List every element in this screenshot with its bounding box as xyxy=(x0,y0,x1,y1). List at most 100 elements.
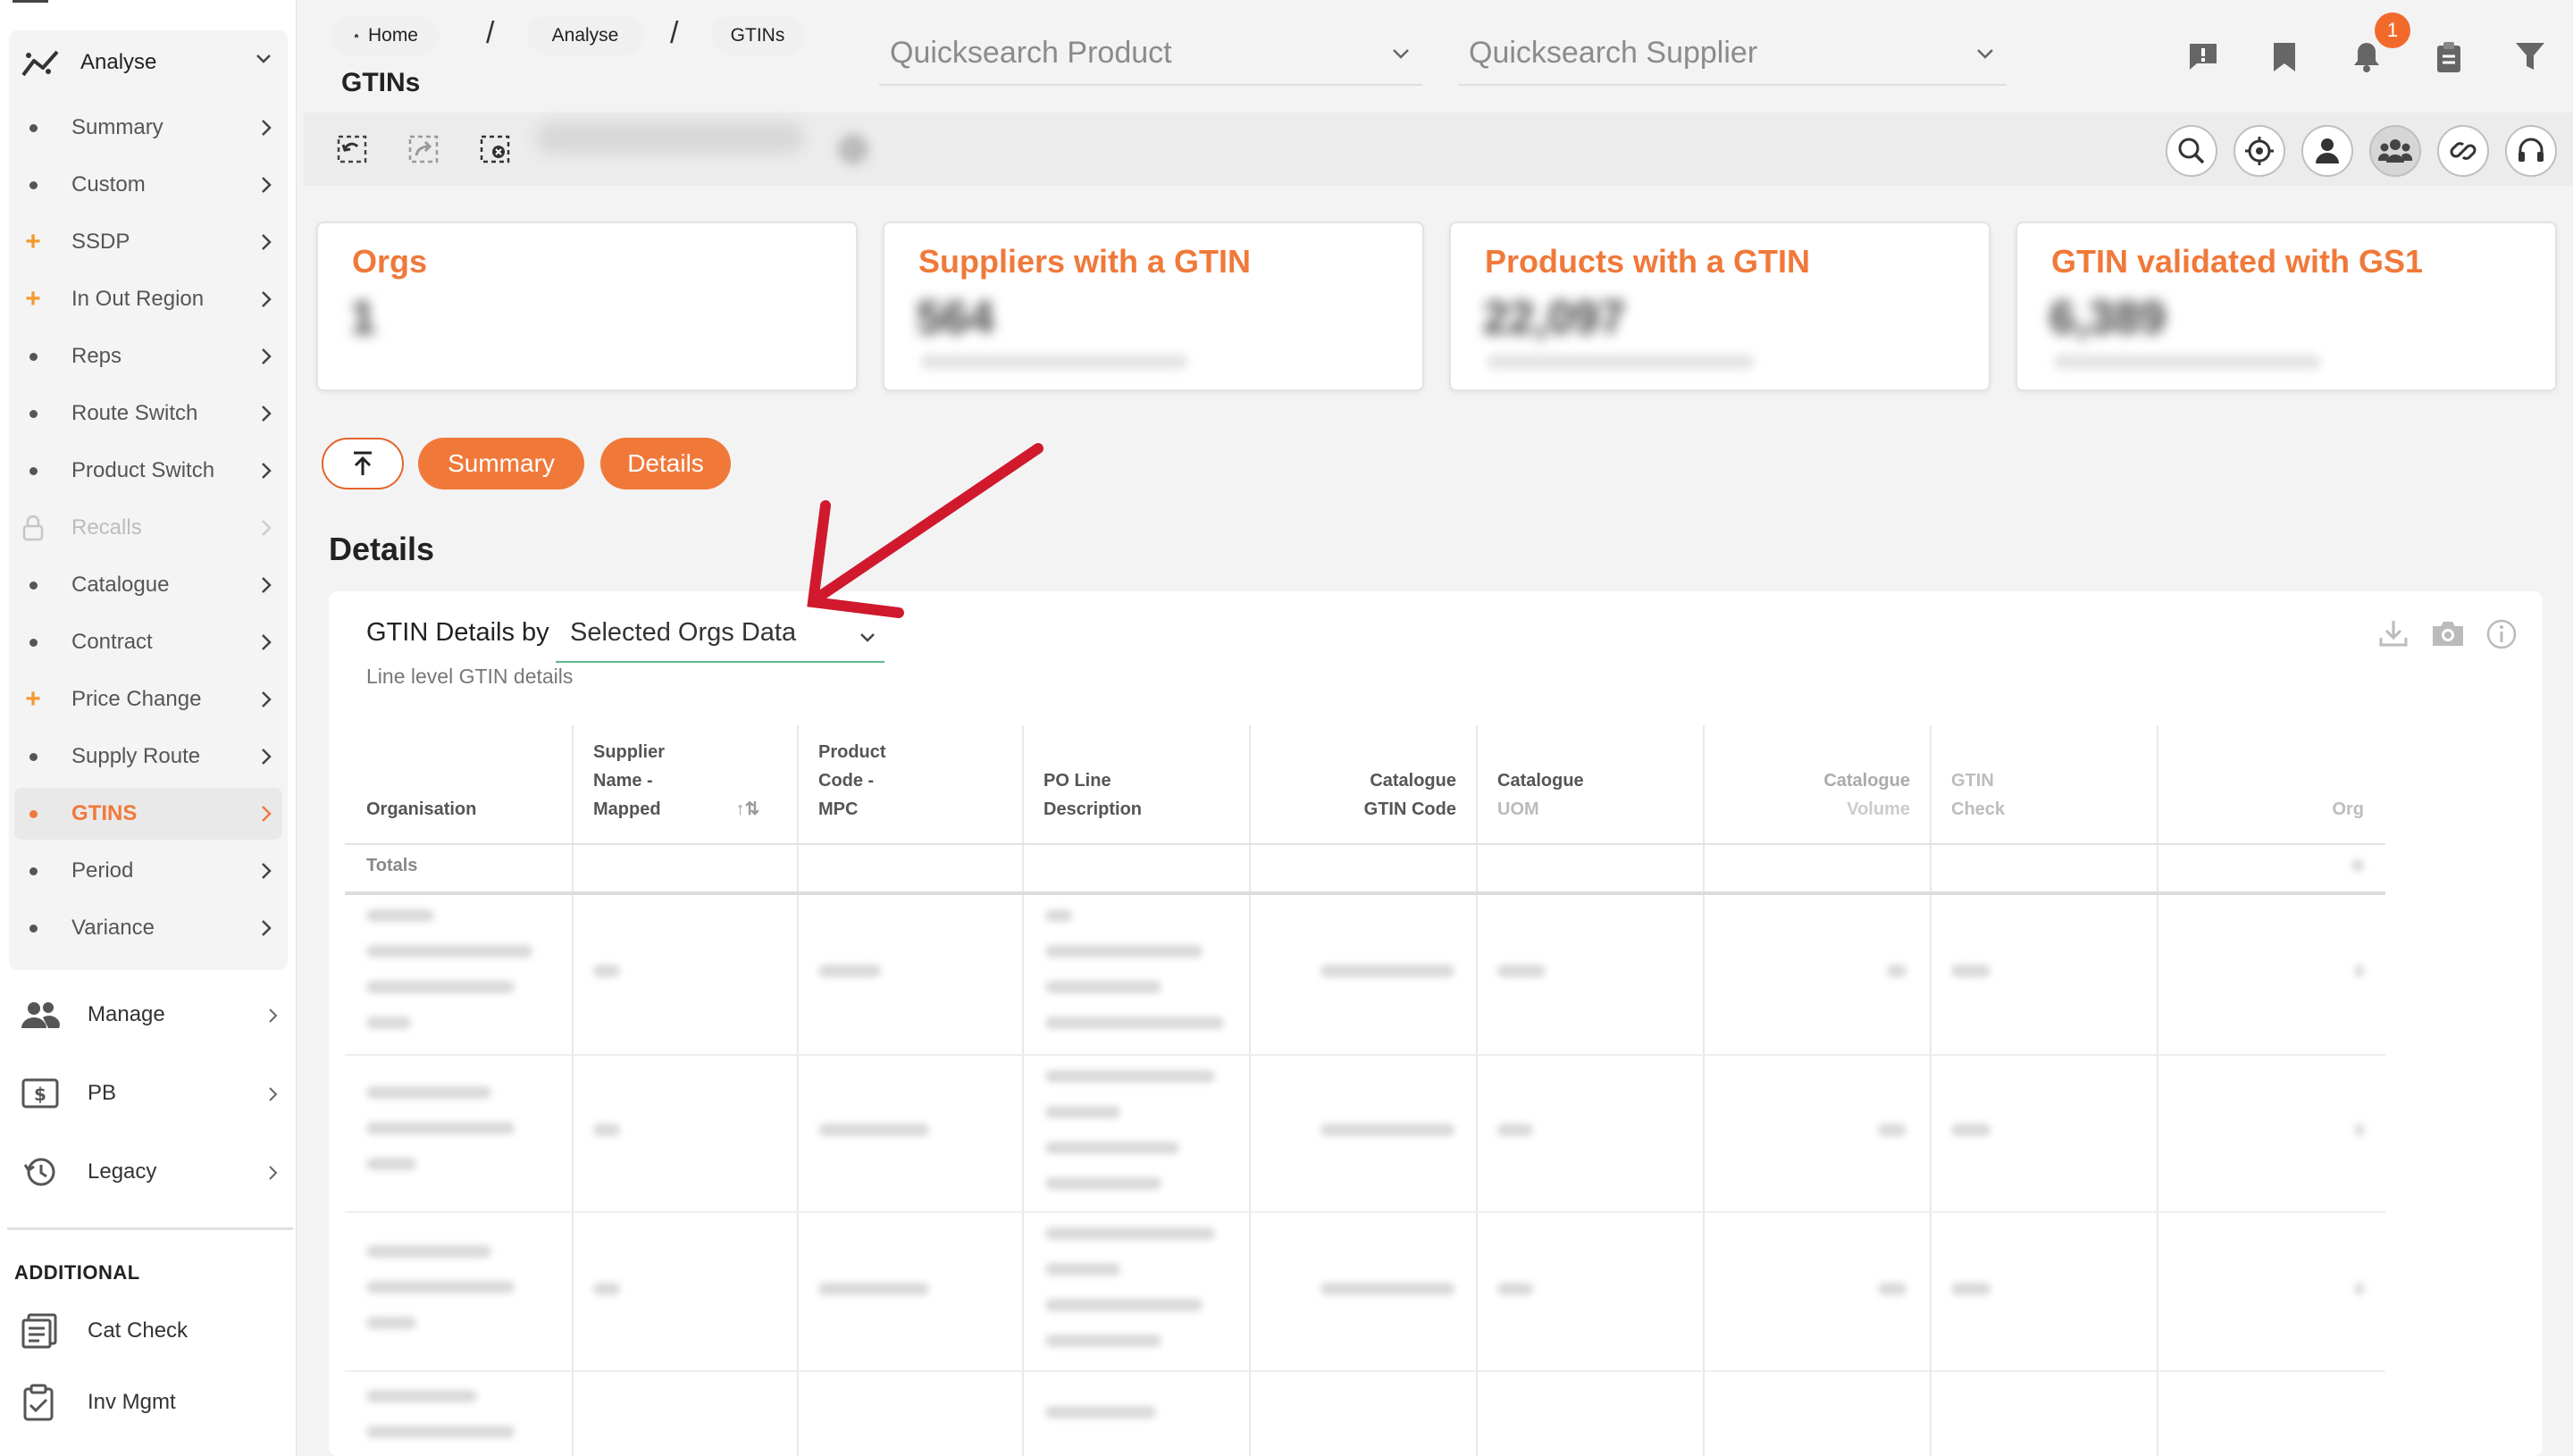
summary-tab-button[interactable]: Summary xyxy=(418,438,584,490)
column-header-catalogue-gtin[interactable]: Catalogue GTIN Code xyxy=(1249,725,1476,843)
sidebar-item-gtins[interactable]: GTINS xyxy=(14,788,282,840)
nav-legacy-label: Legacy xyxy=(88,1159,157,1184)
bookmark-icon[interactable] xyxy=(2271,41,2298,73)
link-button[interactable] xyxy=(2437,125,2489,177)
sidebar-item-price-change[interactable]: + Price Change xyxy=(14,674,282,725)
bullet-icon xyxy=(21,459,45,482)
blurred-cell xyxy=(366,1281,515,1293)
page-title: GTINs xyxy=(341,68,421,97)
quicksearch-product-placeholder: Quicksearch Product xyxy=(890,36,1172,70)
breadcrumb-analyse[interactable]: Analyse xyxy=(527,16,643,55)
sidebar-item-label: Catalogue xyxy=(71,573,170,597)
column-header-gtin-check[interactable]: GTIN Check xyxy=(1930,725,2157,843)
sidebar-item-label: Route Switch xyxy=(71,401,198,425)
blurred-cell xyxy=(2355,1283,2364,1295)
kpi-value: 22,097 xyxy=(1483,292,1626,344)
sidebar-item-recalls: Recalls xyxy=(14,502,282,554)
chevron-right-icon xyxy=(262,177,272,193)
column-header-label: Catalogue xyxy=(1370,771,1456,791)
nav-legacy[interactable]: Legacy xyxy=(20,1143,288,1201)
column-header-label: MPC xyxy=(818,799,859,819)
sidebar-item-summary[interactable]: Summary xyxy=(14,102,282,154)
nav-cat-check[interactable]: Cat Check xyxy=(20,1302,288,1360)
chevron-right-icon xyxy=(269,1087,278,1101)
blurred-cell xyxy=(366,1426,515,1438)
blurred-cell xyxy=(1320,1283,1454,1295)
sidebar-item-reps[interactable]: Reps xyxy=(14,331,282,382)
user-button[interactable] xyxy=(2301,125,2353,177)
blurred-cell xyxy=(1045,1017,1224,1029)
blurred-cell xyxy=(366,1158,416,1170)
support-button[interactable] xyxy=(2505,125,2557,177)
blurred-cell xyxy=(366,1245,491,1258)
sidebar-item-route-switch[interactable]: Route Switch xyxy=(14,388,282,439)
column-header-catalogue-uom[interactable]: Catalogue UOM xyxy=(1476,725,1703,843)
column-header-organisation[interactable]: Organisation xyxy=(345,725,572,843)
chevron-right-icon xyxy=(262,406,272,422)
sidebar-item-variance[interactable]: Variance xyxy=(14,902,282,954)
undo-selection-icon[interactable] xyxy=(336,134,368,164)
sidebar-item-supply-route[interactable]: Supply Route xyxy=(14,731,282,782)
column-divider xyxy=(797,725,799,1456)
sidebar-item-catalogue[interactable]: Catalogue xyxy=(14,559,282,611)
column-header-product-code[interactable]: Product Code - MPC xyxy=(797,725,1022,843)
locate-button[interactable] xyxy=(2234,125,2285,177)
column-divider xyxy=(2157,725,2158,1456)
camera-icon[interactable] xyxy=(2430,618,2466,649)
share-selection-icon[interactable] xyxy=(407,134,440,164)
nav-manage[interactable]: Manage xyxy=(20,986,288,1043)
sidebar-item-in-out-region[interactable]: + In Out Region xyxy=(14,273,282,325)
sidebar-item-ssdp[interactable]: + SSDP xyxy=(14,216,282,268)
nav-inv-mgmt[interactable]: Inv Mgmt xyxy=(20,1374,288,1431)
users-icon xyxy=(21,1002,60,1028)
blurred-cell xyxy=(1878,1124,1907,1136)
info-icon[interactable] xyxy=(2485,618,2518,650)
blurred-cell xyxy=(1320,965,1454,977)
column-header-label: Name - xyxy=(593,771,653,791)
column-header-supplier-name[interactable]: Supplier Name - Mapped ↑⇅ xyxy=(572,725,797,843)
sidebar-item-custom[interactable]: Custom xyxy=(14,159,282,211)
sidebar-item-label: In Out Region xyxy=(71,287,205,311)
search-button[interactable] xyxy=(2166,125,2217,177)
headset-icon xyxy=(2519,138,2544,162)
blurred-cell xyxy=(366,909,434,922)
quicksearch-product[interactable]: Quicksearch Product xyxy=(879,30,1422,86)
group-button[interactable] xyxy=(2369,125,2421,177)
details-panel xyxy=(329,591,2543,1456)
blurred-selection-badge xyxy=(838,134,868,164)
clear-selection-icon[interactable] xyxy=(479,134,511,164)
breadcrumb-gtins-label: GTINs xyxy=(730,25,785,46)
details-tab-button[interactable]: Details xyxy=(600,438,731,490)
sidebar-item-period[interactable]: Period xyxy=(14,845,282,897)
quicksearch-supplier-placeholder: Quicksearch Supplier xyxy=(1469,36,1758,70)
sidebar-item-label: GTINS xyxy=(71,801,138,825)
sidebar-item-product-switch[interactable]: Product Switch xyxy=(14,445,282,497)
quicksearch-supplier[interactable]: Quicksearch Supplier xyxy=(1458,30,2007,86)
sort-icon[interactable]: ↑⇅ xyxy=(736,799,760,819)
kpi-value: 6,389 xyxy=(2049,292,2167,344)
clipboard-icon[interactable] xyxy=(2435,41,2462,73)
chevron-right-icon xyxy=(262,806,272,822)
bell-icon[interactable] xyxy=(2351,41,2382,73)
header-divider xyxy=(345,843,2385,845)
nav-pb[interactable]: $ PB xyxy=(20,1065,288,1122)
gtin-details-by-value: Selected Orgs Data xyxy=(570,618,797,647)
nav-analyse[interactable]: Analyse xyxy=(14,34,288,91)
gtin-details-by-label: GTIN Details by xyxy=(366,618,549,647)
sidebar-item-contract[interactable]: Contract xyxy=(14,616,282,668)
feedback-icon[interactable] xyxy=(2187,41,2219,71)
column-header-catalogue-volume[interactable]: Catalogue Volume xyxy=(1703,725,1930,843)
additional-section-title: ADDITIONAL xyxy=(14,1261,140,1284)
column-header-po-line-description[interactable]: PO Line Description xyxy=(1022,725,1249,843)
column-header-org[interactable]: Org xyxy=(2157,725,2384,843)
filter-icon[interactable] xyxy=(2514,41,2546,71)
chevron-right-icon xyxy=(262,863,272,879)
blurred-cell xyxy=(2355,965,2364,977)
chevron-right-icon xyxy=(262,463,272,479)
download-icon[interactable] xyxy=(2378,618,2409,649)
scroll-top-button[interactable] xyxy=(322,438,404,490)
blurred-cell xyxy=(1045,1227,1215,1240)
sidebar: Analyse Summary Custom + SSDP + In Out R… xyxy=(0,0,297,1456)
breadcrumb-home[interactable]: Home xyxy=(332,16,440,55)
gtin-details-subtitle: Line level GTIN details xyxy=(366,665,574,688)
